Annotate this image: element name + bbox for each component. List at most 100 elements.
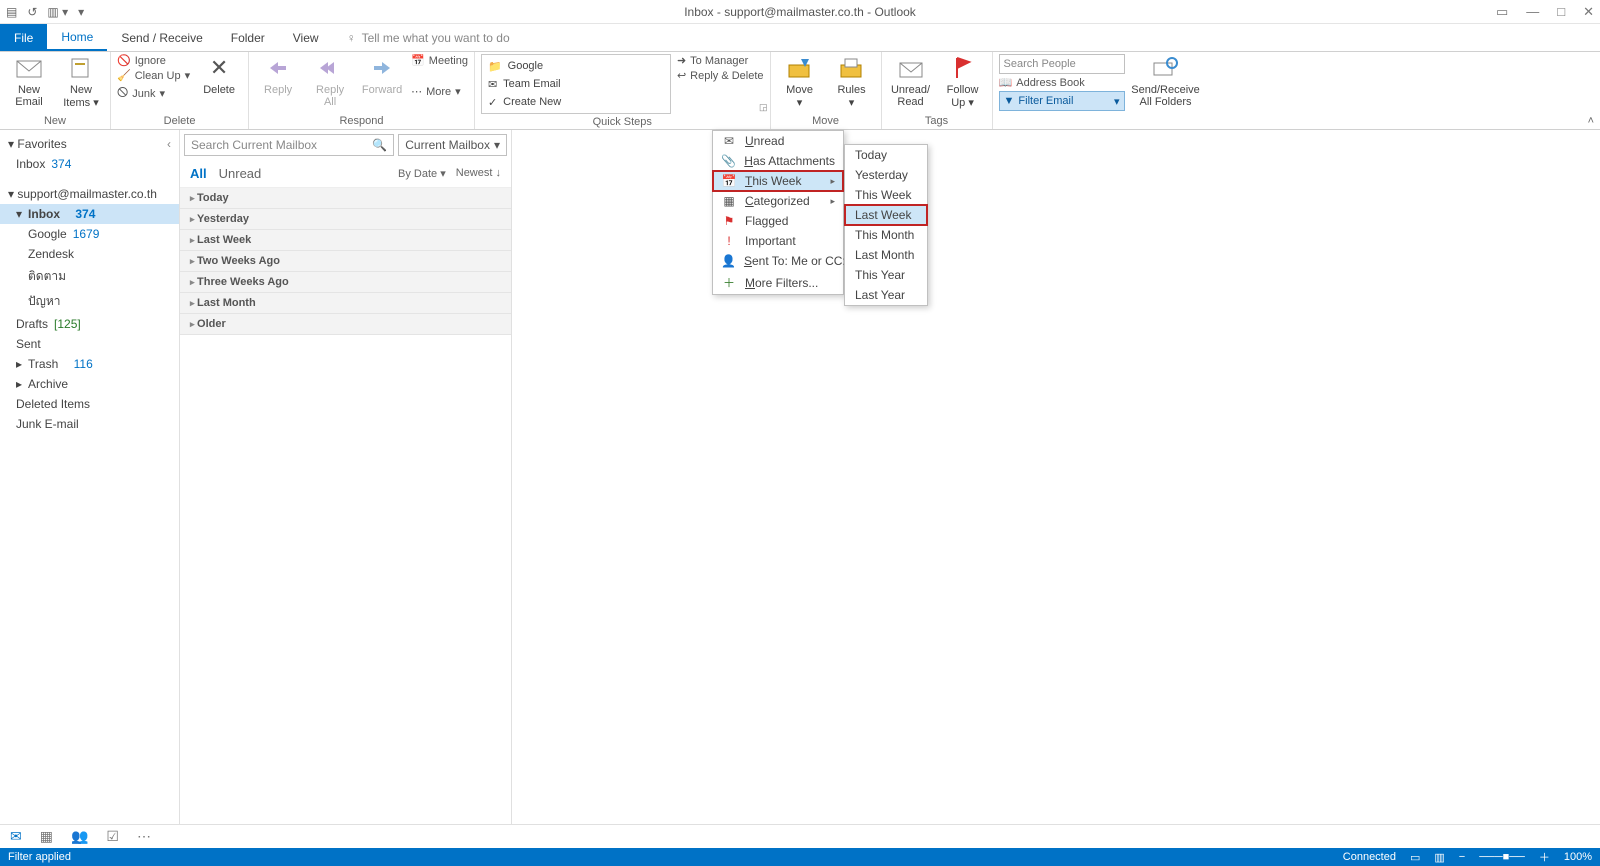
submenu-last-week[interactable]: Last Week xyxy=(845,205,927,225)
meeting-button[interactable]: 📅Meeting xyxy=(411,54,468,67)
filter-all[interactable]: All xyxy=(190,166,207,181)
filter-categorized-item[interactable]: ▦Categorized xyxy=(713,191,843,211)
new-email-button[interactable]: New Email xyxy=(6,54,52,108)
submenu-this-week[interactable]: This Week xyxy=(845,185,927,205)
unread-read-button[interactable]: Unread/ Read xyxy=(888,54,934,108)
address-book-button[interactable]: 📖Address Book xyxy=(999,76,1125,89)
group-today[interactable]: Today xyxy=(180,188,511,209)
address-book-icon: 📖 xyxy=(999,76,1013,89)
collapse-favorites-icon[interactable]: ‹ xyxy=(167,137,171,151)
nav-drafts[interactable]: Drafts[125] xyxy=(0,314,179,334)
group-yesterday[interactable]: Yesterday xyxy=(180,209,511,230)
nav-deleted[interactable]: Deleted Items xyxy=(0,394,179,414)
undo-icon[interactable]: ↺ xyxy=(27,5,37,19)
cleanup-button[interactable]: 🧹Clean Up ▾ xyxy=(117,69,190,82)
more-respond-button[interactable]: ⋯More ▾ xyxy=(411,85,468,98)
follow-up-button[interactable]: Follow Up ▾ xyxy=(940,54,986,109)
search-scope-dropdown[interactable]: Current Mailbox▾ xyxy=(398,134,507,156)
tab-send-receive[interactable]: Send / Receive xyxy=(107,24,216,51)
collapse-ribbon-icon[interactable]: ˄ xyxy=(1588,115,1594,127)
filter-this-week-item[interactable]: 📅This Week xyxy=(713,171,843,191)
account-header[interactable]: ▾ support@mailmaster.co.th xyxy=(0,184,179,204)
ribbon-group-move-label: Move xyxy=(777,113,875,129)
nav-folder-2[interactable]: ปัญหา xyxy=(0,289,179,314)
view-normal-icon[interactable]: ▭ xyxy=(1410,851,1420,864)
quick-step-to-manager[interactable]: ➜To Manager xyxy=(677,54,764,67)
group-older[interactable]: Older xyxy=(180,314,511,335)
new-items-button[interactable]: New Items ▾ xyxy=(58,54,104,109)
group-last-month[interactable]: Last Month xyxy=(180,293,511,314)
tab-file[interactable]: File xyxy=(0,24,47,51)
zoom-slider[interactable]: ───■── xyxy=(1479,851,1525,863)
sort-by-date[interactable]: By Date ▾ xyxy=(398,167,446,180)
ribbon-options-icon[interactable]: ▭ xyxy=(1496,4,1508,20)
quick-step-create-new[interactable]: ✓Create New xyxy=(488,96,664,109)
plus-icon: ＋ xyxy=(721,274,737,291)
favorites-header[interactable]: ▾ Favorites‹ xyxy=(0,134,179,154)
nav-folder-1[interactable]: ติดตาม xyxy=(0,264,179,289)
quick-steps-launcher-icon[interactable]: ◲ xyxy=(759,102,768,113)
nav-fav-inbox[interactable]: Inbox374 xyxy=(0,154,179,174)
nav-junk[interactable]: Junk E-mail xyxy=(0,414,179,434)
filter-more-item[interactable]: ＋More Filters... xyxy=(713,271,843,294)
nav-inbox[interactable]: ▾ Inbox 374 xyxy=(0,204,179,224)
category-icon: ▦ xyxy=(721,194,737,208)
view-reading-icon[interactable]: ▥ xyxy=(1434,851,1444,864)
close-icon[interactable]: ✕ xyxy=(1583,4,1594,20)
tab-folder[interactable]: Folder xyxy=(217,24,279,51)
zoom-in-icon[interactable]: ＋ xyxy=(1539,849,1550,865)
delete-button[interactable]: ✕ Delete xyxy=(196,54,242,96)
submenu-last-year[interactable]: Last Year xyxy=(845,285,927,305)
group-three-weeks[interactable]: Three Weeks Ago xyxy=(180,272,511,293)
search-mailbox-input[interactable]: Search Current Mailbox 🔍 xyxy=(184,134,394,156)
forward-button[interactable]: Forward xyxy=(359,54,405,96)
filter-important-item[interactable]: !Important xyxy=(713,231,843,251)
quick-step-google[interactable]: 📁Google xyxy=(488,60,664,73)
qat-icon-2[interactable]: ▥ ▾ xyxy=(47,5,68,19)
reply-all-button[interactable]: Reply All xyxy=(307,54,353,108)
nav-calendar-icon[interactable]: ▦ xyxy=(40,828,53,845)
rules-button[interactable]: Rules▾ xyxy=(829,54,875,109)
search-icon[interactable]: 🔍 xyxy=(372,138,387,152)
tell-me-search[interactable]: ♀ Tell me what you want to do xyxy=(347,24,510,51)
submenu-yesterday[interactable]: Yesterday xyxy=(845,165,927,185)
send-receive-all-button[interactable]: Send/Receive All Folders xyxy=(1131,54,1201,108)
quick-step-team-email[interactable]: ✉Team Email xyxy=(488,78,664,91)
nav-archive[interactable]: ▸ Archive xyxy=(0,374,179,394)
nav-mail-icon[interactable]: ✉ xyxy=(10,828,22,845)
minimize-icon[interactable]: — xyxy=(1526,4,1539,20)
submenu-this-month[interactable]: This Month xyxy=(845,225,927,245)
nav-google[interactable]: Google1679 xyxy=(0,224,179,244)
filter-has-attachments-item[interactable]: 📎Has Attachments xyxy=(713,151,843,171)
filter-sent-to-item[interactable]: 👤Sent To: Me or CC: Me xyxy=(713,251,843,271)
junk-button[interactable]: 🛇Junk ▾ xyxy=(117,84,190,103)
submenu-this-year[interactable]: This Year xyxy=(845,265,927,285)
nav-trash[interactable]: ▸ Trash 116 xyxy=(0,354,179,374)
zoom-out-icon[interactable]: − xyxy=(1459,851,1465,863)
submenu-today[interactable]: Today xyxy=(845,145,927,165)
maximize-icon[interactable]: □ xyxy=(1557,4,1565,20)
quick-step-reply-delete[interactable]: ↩Reply & Delete xyxy=(677,69,764,82)
nav-tasks-icon[interactable]: ☑ xyxy=(106,828,119,845)
group-last-week[interactable]: Last Week xyxy=(180,230,511,251)
filter-email-button[interactable]: ▼Filter Email▾ xyxy=(999,91,1125,111)
sort-newest[interactable]: Newest ↓ xyxy=(456,167,501,180)
qat-overflow-icon[interactable]: ▾ xyxy=(78,5,84,19)
nav-zendesk[interactable]: Zendesk xyxy=(0,244,179,264)
filter-unread-item[interactable]: ✉Unread xyxy=(713,131,843,151)
filter-flagged-item[interactable]: ⚑Flagged xyxy=(713,211,843,231)
move-button[interactable]: Move▾ xyxy=(777,54,823,109)
nav-people-icon[interactable]: 👥 xyxy=(71,828,88,845)
reply-button[interactable]: Reply xyxy=(255,54,301,96)
tab-view[interactable]: View xyxy=(279,24,333,51)
nav-sent[interactable]: Sent xyxy=(0,334,179,354)
search-people-input[interactable]: Search People xyxy=(999,54,1125,74)
quick-steps-gallery[interactable]: 📁Google ✉Team Email ✓Create New xyxy=(481,54,671,114)
qat-icon-1[interactable]: ▤ xyxy=(6,5,17,19)
submenu-last-month[interactable]: Last Month xyxy=(845,245,927,265)
group-two-weeks[interactable]: Two Weeks Ago xyxy=(180,251,511,272)
tab-home[interactable]: Home xyxy=(47,24,107,51)
ignore-button[interactable]: 🚫Ignore xyxy=(117,54,190,67)
filter-unread[interactable]: Unread xyxy=(219,166,262,181)
nav-more-icon[interactable]: ⋯ xyxy=(137,828,151,845)
